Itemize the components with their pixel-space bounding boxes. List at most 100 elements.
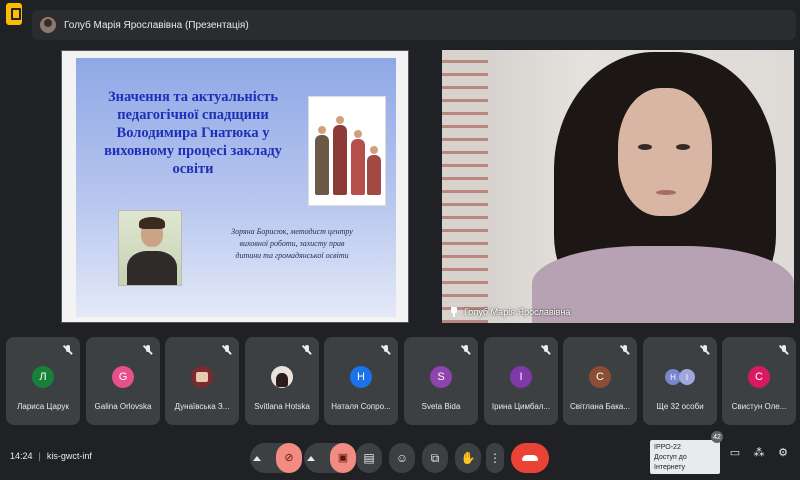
mic-off-icon [143,345,153,357]
slide-author: Зоряна Борисюк, методист центру виховної… [202,226,382,262]
participant-strip: Л Лариса Царук G Galina Orlovska Дунаївська … [6,337,796,425]
mic-off-icon [222,345,232,357]
figure-woman [333,116,347,195]
participant-name: Світлана Бака... [570,402,630,411]
participant-tile[interactable]: S Sveta Bida [404,337,478,425]
mic-off-icon [700,345,710,357]
mic-off-icon [302,345,312,357]
clock: 14:24 [10,451,33,461]
mic-off-icon[interactable]: ⊘ [284,452,293,464]
slide-title-line: Володимира Гнатюка у [116,125,270,141]
avatar [271,366,293,388]
tooltip-text: Доступ до Інтернету [654,454,687,471]
participant-tile[interactable]: Дунаївська З... [165,337,239,425]
presenter-video-tile[interactable]: Голуб Марія Ярославівна [442,50,794,323]
slide-author-line: виховної роботи, захисту прав [239,239,345,248]
participant-tile[interactable]: H I Ще 32 особи [643,337,717,425]
participant-tile[interactable]: Л Лариса Царук [6,337,80,425]
slide-author-line: дитини та громадянської освіти [235,251,349,260]
presenter-avatar [40,17,56,33]
end-call-button[interactable] [511,443,549,473]
participant-name: Ірина Цимбал... [491,402,551,411]
participant-tile[interactable]: G Galina Orlovska [86,337,160,425]
participant-name: Ще 32 особи [656,402,704,411]
figure-man [315,126,329,195]
meet-window: Голуб Марія Ярославівна (Презентація) Зн… [0,0,800,480]
mic-button[interactable]: ⊘ [250,443,302,473]
present-icon: ⧉ [430,451,440,465]
participant-name: Лариса Царук [17,402,69,411]
chevron-up-icon[interactable] [307,456,315,461]
host-controls-icon[interactable]: ⚙ [776,445,790,459]
avatar: С [748,366,770,388]
participant-name: Свистун Оле... [731,402,787,411]
slide-title-line: освіти [172,161,214,177]
participant-name: Дунаївська З... [174,402,230,411]
slide-portrait-image [118,210,182,286]
avatar: Н [350,366,372,388]
mic-off-icon [381,345,391,357]
emoji-icon: ☺ [395,451,409,465]
participant-tile[interactable]: Н Наталя Сопро... [324,337,398,425]
figure-woman [351,130,365,195]
tooltip: IPPO-22 Доступ до Інтернету [650,440,720,474]
slide-title: Значення та актуальність педагогічної сп… [88,88,298,178]
slide-title-line: Значення та актуальність [107,89,279,105]
meet-logo-icon [6,3,22,25]
captions-button[interactable]: ▤ [356,443,382,473]
captions-icon: ▤ [363,451,375,465]
video-name: Голуб Марія Ярославівна [464,307,571,317]
camera-off-icon[interactable]: ▣ [338,452,348,464]
mic-off-icon [461,345,471,357]
avatar-mini: I [679,369,695,385]
participant-tile[interactable]: С Світлана Бака... [563,337,637,425]
mic-off-icon [63,345,73,357]
participant-name: Sveta Bida [421,402,461,411]
participant-tile[interactable]: І Ірина Цимбал... [484,337,558,425]
pin-icon[interactable] [450,307,458,317]
mic-off-icon [779,345,789,357]
presenter-bar-title: Голуб Марія Ярославівна (Презентація) [64,19,249,31]
slide-canvas: Значення та актуальність педагогічної сп… [76,58,396,317]
presenter-bar[interactable]: Голуб Марія Ярославівна (Презентація) [32,10,796,40]
slide-title-line: виховному процесі закладу [104,143,282,159]
avatar: Л [32,366,54,388]
avatar [191,366,213,388]
raise-hand-button[interactable]: ✋ [455,443,481,473]
emoji-button[interactable]: ☺ [389,443,415,473]
video-person-body [532,246,794,323]
end-call-icon [522,455,538,461]
tooltip-title: IPPO-22 [654,444,681,451]
video-curtain [442,50,488,323]
participant-name: Наталя Сопро... [331,402,391,411]
separator: | [38,451,41,461]
mic-off-icon [620,345,630,357]
presentation-slide: Значення та актуальність педагогічної сп… [61,50,409,323]
slide-title-line: педагогічної спадщини [117,107,269,123]
participant-name: Svitlana Hotska [254,402,310,411]
people-count-badge: 42 [711,431,723,443]
more-options-icon: ⋮ [489,451,501,465]
avatar: S [430,366,452,388]
raise-hand-icon: ✋ [460,451,476,465]
activities-icon[interactable]: ⁂ [752,445,766,459]
avatar: HI [665,366,695,388]
avatar: G [112,366,134,388]
present-button[interactable]: ⧉ [422,443,448,473]
avatar: І [510,366,532,388]
participant-tile[interactable]: С Свистун Оле... [722,337,796,425]
meeting-info: 14:24 | kis-gwct-inf [10,451,92,461]
more-options-button[interactable]: ⋮ [486,443,504,473]
meeting-code: kis-gwct-inf [46,451,92,461]
avatar: С [589,366,611,388]
video-person-face [618,88,712,216]
participant-name: Galina Orlovska [94,402,152,411]
slide-author-line: Зоряна Борисюк, методист центру [231,227,353,236]
slide-folk-figures-image [308,96,386,206]
chat-icon[interactable]: ▭ [728,445,742,459]
mic-off-icon [541,345,551,357]
participant-tile[interactable]: Svitlana Hotska [245,337,319,425]
camera-button[interactable]: ▣ [304,443,356,473]
figure-child [367,146,381,195]
chevron-up-icon[interactable] [253,456,261,461]
